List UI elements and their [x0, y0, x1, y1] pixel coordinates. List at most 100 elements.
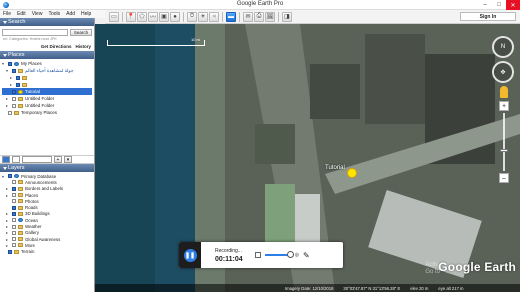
- menu-tools[interactable]: Tools: [48, 11, 60, 17]
- checkbox[interactable]: [8, 174, 12, 179]
- places-item-label: Tutorial: [25, 89, 40, 94]
- expand-arrow-icon[interactable]: ▸: [6, 224, 10, 229]
- record-toggle-button[interactable]: ❚❚: [179, 242, 201, 268]
- hide-sidebar-button[interactable]: ▭: [109, 11, 119, 22]
- places-search-input[interactable]: [22, 156, 52, 163]
- add-polygon-button[interactable]: ⬠: [137, 11, 147, 22]
- add-placemark-button[interactable]: 📍: [126, 11, 136, 22]
- checkbox[interactable]: [12, 193, 16, 198]
- view-in-maps-button[interactable]: ◨: [282, 11, 292, 22]
- record-tour-button[interactable]: ●: [170, 11, 180, 22]
- places-item-selected[interactable]: Tutorial: [2, 88, 92, 95]
- checkbox[interactable]: [12, 230, 16, 235]
- checkbox[interactable]: [12, 243, 16, 248]
- checkbox[interactable]: [8, 249, 12, 254]
- email-button[interactable]: ✉: [243, 11, 253, 22]
- close-button[interactable]: ✕: [506, 0, 520, 10]
- menu-edit[interactable]: Edit: [17, 11, 26, 17]
- expand-arrow-icon[interactable]: ▸: [6, 211, 10, 216]
- placemark-label[interactable]: Tutorial: [325, 165, 345, 171]
- google-earth-logo: Google Earth: [438, 260, 516, 274]
- expand-arrow-icon[interactable]: ▸: [6, 193, 10, 198]
- zoom-slider[interactable]: [500, 113, 508, 171]
- layers-panel-header[interactable]: Layers: [0, 164, 94, 172]
- street-view-pegman-icon[interactable]: [500, 86, 508, 98]
- sign-in-button[interactable]: Sign In: [460, 12, 516, 21]
- checkbox[interactable]: [12, 224, 16, 229]
- menu-file[interactable]: File: [3, 11, 11, 17]
- volume-icon[interactable]: [254, 252, 261, 258]
- checkbox[interactable]: [12, 103, 16, 108]
- places-panel-header[interactable]: Places: [0, 51, 94, 59]
- add-path-button[interactable]: 〰: [148, 11, 158, 22]
- expand-arrow-icon[interactable]: ▸: [6, 103, 10, 108]
- maximize-button[interactable]: □: [492, 0, 506, 10]
- places-item[interactable]: ▸: [2, 74, 92, 81]
- expand-arrow-icon[interactable]: ▸: [6, 243, 10, 248]
- sidebar-list-button[interactable]: [12, 156, 20, 163]
- placemark-pin-icon[interactable]: [347, 168, 357, 178]
- look-compass[interactable]: N: [492, 36, 514, 58]
- checkbox[interactable]: [12, 199, 16, 204]
- zoom-in-button[interactable]: +: [499, 101, 509, 111]
- expand-arrow-icon[interactable]: ▸: [6, 96, 10, 101]
- checkbox[interactable]: [12, 237, 16, 242]
- layers-item[interactable]: Terrain: [2, 249, 92, 255]
- checkbox[interactable]: [12, 68, 16, 73]
- move-up-button[interactable]: +: [54, 156, 62, 163]
- search-input[interactable]: [2, 29, 68, 36]
- menu-help[interactable]: Help: [81, 11, 91, 17]
- search-panel-header[interactable]: Search: [0, 18, 94, 26]
- checkbox[interactable]: [12, 96, 16, 101]
- move-down-button[interactable]: ▾: [64, 156, 72, 163]
- print-button[interactable]: ⎙: [254, 11, 264, 22]
- expand-arrow-icon[interactable]: ▸: [6, 186, 10, 191]
- checkbox[interactable]: [16, 82, 20, 87]
- checkbox[interactable]: [8, 110, 12, 115]
- save-image-button[interactable]: 🖼: [265, 11, 275, 22]
- add-image-overlay-button[interactable]: ▣: [159, 11, 169, 22]
- expand-arrow-icon[interactable]: ▸: [10, 82, 14, 87]
- expand-arrow-icon[interactable]: ▾: [6, 68, 10, 73]
- zoom-slider-knob[interactable]: [500, 149, 508, 152]
- menu-add[interactable]: Add: [66, 11, 75, 17]
- map-view[interactable]: 10 m Tutorial N ✥ + – ❚❚ Recording... 00…: [95, 24, 520, 292]
- places-item[interactable]: Temporary Places: [2, 109, 92, 116]
- planets-button[interactable]: ♃: [209, 11, 219, 22]
- pen-icon[interactable]: ✎: [303, 251, 310, 260]
- volume-slider[interactable]: [264, 251, 294, 258]
- checkbox[interactable]: [12, 211, 16, 216]
- history-link[interactable]: History: [75, 44, 91, 49]
- places-item[interactable]: ▸ Untitled Folder: [2, 95, 92, 102]
- minimize-button[interactable]: –: [478, 0, 492, 10]
- expand-arrow-icon[interactable]: ▸: [6, 218, 10, 223]
- places-item[interactable]: ▾ My Places: [2, 60, 92, 67]
- sidebar-view-button[interactable]: [2, 156, 10, 163]
- expand-arrow-icon[interactable]: ▾: [2, 61, 6, 66]
- places-item[interactable]: ▸: [2, 81, 92, 88]
- checkbox[interactable]: [12, 218, 16, 223]
- checkbox[interactable]: [12, 89, 16, 94]
- menu-view[interactable]: View: [32, 11, 43, 17]
- checkbox[interactable]: [12, 186, 16, 191]
- historical-imagery-button[interactable]: ⏱: [187, 11, 197, 22]
- move-joystick[interactable]: ✥: [492, 61, 514, 83]
- get-directions-link[interactable]: Get Directions: [41, 44, 72, 49]
- microphone-icon[interactable]: ◎: [295, 252, 299, 258]
- expand-arrow-icon[interactable]: ▾: [2, 174, 6, 179]
- sun-button[interactable]: ☀: [198, 11, 208, 22]
- trees: [255, 124, 295, 164]
- search-button[interactable]: Search: [70, 29, 92, 36]
- ruler-button[interactable]: ▬: [226, 11, 236, 22]
- volume-slider-knob[interactable]: [286, 251, 294, 258]
- checkbox[interactable]: [12, 205, 16, 210]
- expand-arrow-icon[interactable]: ▸: [6, 237, 10, 242]
- zoom-out-button[interactable]: –: [499, 173, 509, 183]
- checkbox[interactable]: [12, 180, 16, 185]
- expand-arrow-icon[interactable]: ▸: [10, 75, 14, 80]
- checkbox[interactable]: [16, 75, 20, 80]
- expand-arrow-icon[interactable]: ▸: [6, 230, 10, 235]
- checkbox[interactable]: [8, 61, 12, 66]
- places-item[interactable]: ▸ Untitled Folder: [2, 102, 92, 109]
- places-item[interactable]: ▾ جولة لمشاهدة أحياء العالم: [2, 67, 92, 74]
